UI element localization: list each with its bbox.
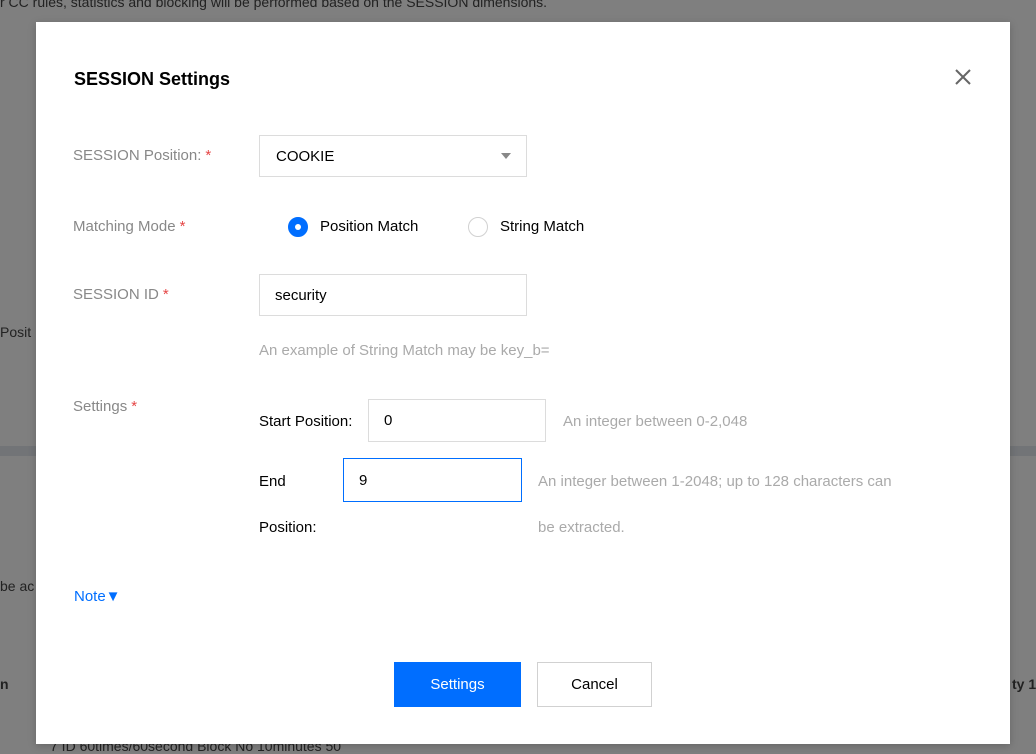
start-position-input[interactable]	[368, 399, 546, 442]
start-position-hint: An integer between 0-2,048	[563, 413, 748, 430]
note-toggle-link[interactable]: Note▼	[74, 588, 121, 605]
end-position-hint: An integer between 1-2048; up to 128 cha…	[538, 473, 892, 490]
session-position-value: COOKIE	[276, 148, 335, 165]
required-marker: *	[162, 286, 169, 303]
end-position-hint: be extracted.	[538, 519, 625, 536]
required-marker: *	[205, 147, 212, 164]
session-id-label: SESSION ID *	[73, 286, 169, 303]
required-marker: *	[179, 218, 186, 235]
start-position-label: Start Position:	[259, 413, 353, 430]
session-position-label: SESSION Position: *	[73, 147, 212, 164]
settings-confirm-button[interactable]: Settings	[394, 662, 521, 707]
session-id-input[interactable]	[259, 274, 527, 316]
radio-label: String Match	[500, 218, 585, 235]
close-icon[interactable]	[952, 66, 974, 88]
required-marker: *	[131, 398, 138, 415]
cancel-button[interactable]: Cancel	[537, 662, 652, 707]
end-position-label: End	[259, 473, 286, 490]
radio-checked-icon	[288, 217, 308, 237]
session-settings-dialog: SESSION Settings SESSION Position: * COOK…	[36, 22, 1010, 744]
matching-mode-label: Matching Mode *	[73, 218, 186, 235]
session-position-select[interactable]: COOKIE	[259, 135, 527, 177]
session-id-hint: An example of String Match may be key_b=	[259, 342, 550, 359]
end-position-label: Position:	[259, 519, 317, 536]
dialog-title: SESSION Settings	[74, 69, 231, 89]
radio-label: Position Match	[320, 218, 419, 235]
end-position-input[interactable]	[343, 458, 522, 502]
radio-unchecked-icon	[468, 217, 488, 237]
chevron-down-icon	[501, 153, 511, 159]
settings-label: Settings *	[73, 398, 138, 415]
